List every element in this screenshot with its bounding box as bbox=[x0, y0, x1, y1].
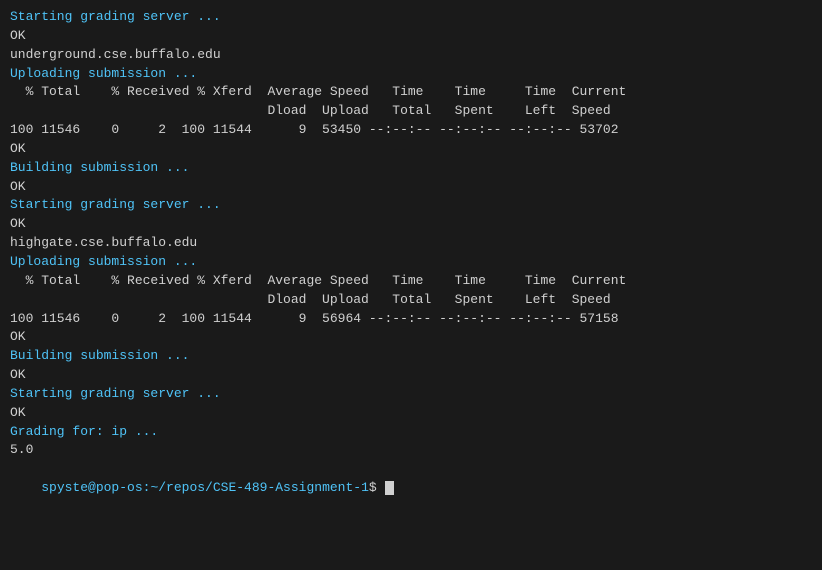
terminal-line: Dload Upload Total Spent Left Speed bbox=[10, 291, 812, 310]
terminal-line: Building submission ... bbox=[10, 159, 812, 178]
prompt-line: spyste@pop-os:~/repos/CSE-489-Assignment… bbox=[10, 460, 812, 517]
terminal-line: % Total % Received % Xferd Average Speed… bbox=[10, 83, 812, 102]
terminal-line: OK bbox=[10, 404, 812, 423]
terminal-line: OK bbox=[10, 140, 812, 159]
terminal-line: 100 11546 0 2 100 11544 9 53450 --:--:--… bbox=[10, 121, 812, 140]
terminal-line: Starting grading server ... bbox=[10, 385, 812, 404]
terminal-line: OK bbox=[10, 215, 812, 234]
prompt-symbol: $ bbox=[369, 480, 385, 495]
terminal-line: OK bbox=[10, 328, 812, 347]
terminal-line: Building submission ... bbox=[10, 347, 812, 366]
terminal-line: OK bbox=[10, 27, 812, 46]
terminal-line: 100 11546 0 2 100 11544 9 56964 --:--:--… bbox=[10, 310, 812, 329]
terminal-line: Grading for: ip ... bbox=[10, 423, 812, 442]
prompt-path: ~/repos/CSE-489-Assignment-1 bbox=[150, 480, 368, 495]
terminal-line: OK bbox=[10, 178, 812, 197]
cursor bbox=[385, 481, 394, 495]
terminal-line: highgate.cse.buffalo.edu bbox=[10, 234, 812, 253]
terminal-line: Uploading submission ... bbox=[10, 253, 812, 272]
terminal-line: % Total % Received % Xferd Average Speed… bbox=[10, 272, 812, 291]
terminal-line: Dload Upload Total Spent Left Speed bbox=[10, 102, 812, 121]
terminal-line: underground.cse.buffalo.edu bbox=[10, 46, 812, 65]
terminal-line: 5.0 bbox=[10, 441, 812, 460]
prompt-user: spyste@pop-os: bbox=[41, 480, 150, 495]
terminal-line: Uploading submission ... bbox=[10, 65, 812, 84]
terminal-line: Starting grading server ... bbox=[10, 8, 812, 27]
terminal-line: OK bbox=[10, 366, 812, 385]
terminal-line: Starting grading server ... bbox=[10, 196, 812, 215]
terminal: Starting grading server ...OKunderground… bbox=[10, 8, 812, 562]
